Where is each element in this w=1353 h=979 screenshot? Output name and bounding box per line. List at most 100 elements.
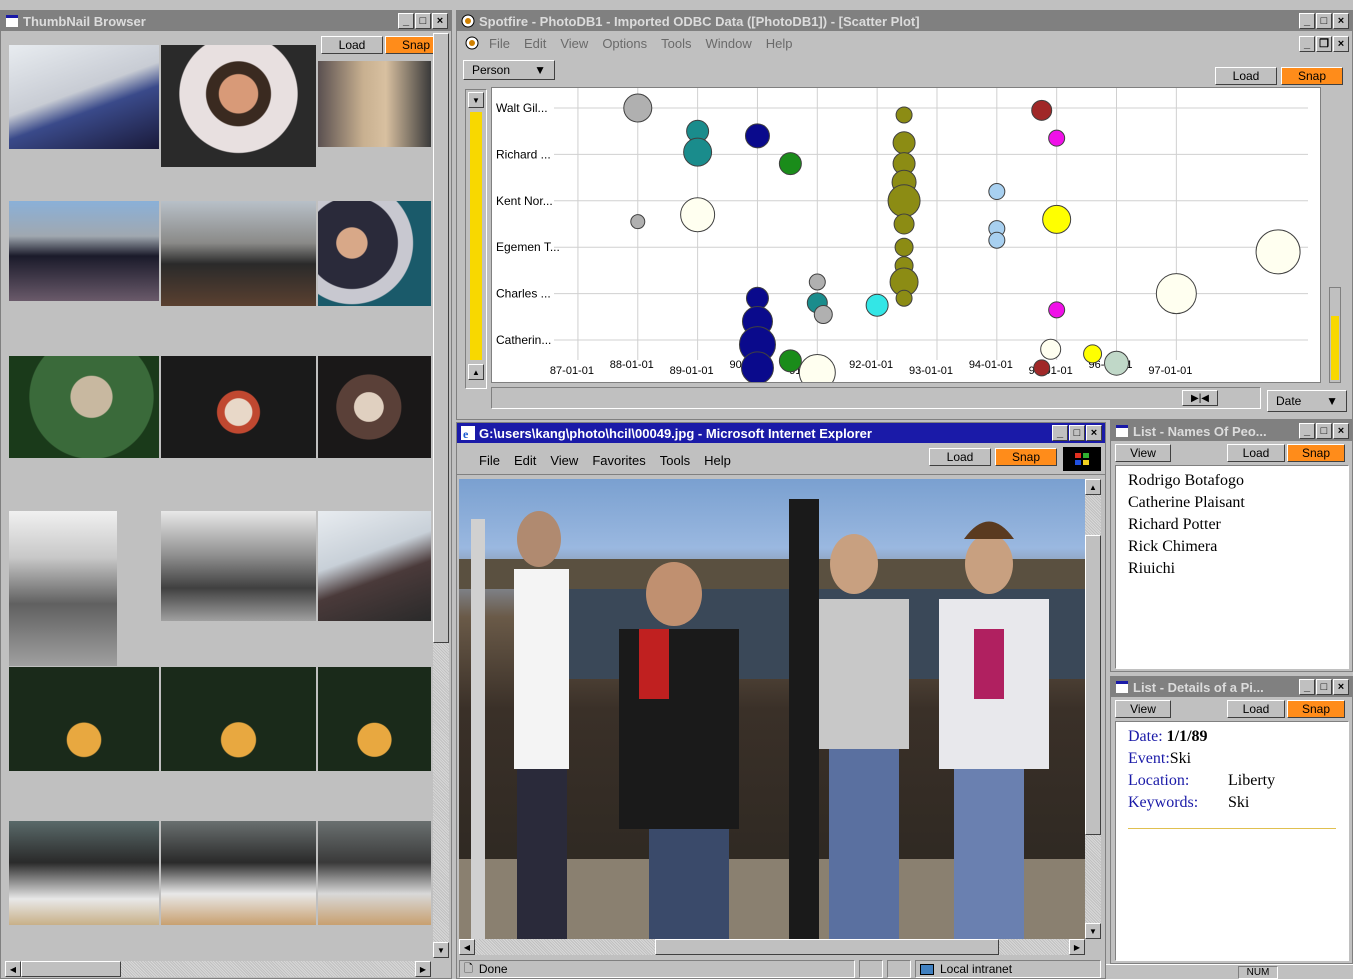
thumbnail[interactable]	[318, 356, 431, 458]
vertical-scrollbar[interactable]: ▼	[433, 33, 449, 958]
snap-button[interactable]: Snap	[1281, 67, 1343, 85]
browser-titlebar[interactable]: e G:\users\kang\photo\hcil\00049.jpg - M…	[457, 423, 1105, 443]
scatter-point[interactable]	[778, 349, 802, 373]
list-item[interactable]: Rick Chimera	[1128, 536, 1336, 558]
snap-button[interactable]: Snap	[1287, 444, 1345, 462]
scroll-left-icon[interactable]: ◀	[5, 961, 21, 977]
scatter-point[interactable]	[1042, 204, 1072, 234]
horizontal-scrollbar[interactable]: ◀ ▶	[5, 961, 431, 977]
thumbnail[interactable]	[161, 821, 316, 925]
menu-help[interactable]: Help	[704, 453, 731, 468]
menu-favorites[interactable]: Favorites	[592, 453, 645, 468]
thumbnail[interactable]	[318, 667, 431, 771]
thumbnail[interactable]	[161, 201, 316, 306]
thumbnail[interactable]	[9, 667, 159, 771]
thumbnail[interactable]	[161, 45, 316, 167]
scatter-point[interactable]	[1083, 344, 1103, 364]
scroll-thumb[interactable]	[655, 939, 999, 955]
minimize-button[interactable]: _	[1299, 36, 1315, 52]
scatter-point[interactable]	[1255, 229, 1301, 275]
y-range-slider[interactable]: ▼ ▲	[465, 89, 487, 389]
thumbnail[interactable]	[318, 821, 431, 925]
menu-help[interactable]: Help	[766, 36, 793, 51]
slider-range-fill[interactable]	[470, 112, 482, 360]
menu-tools[interactable]: Tools	[660, 453, 690, 468]
scatter-point[interactable]	[887, 184, 921, 218]
minimize-button[interactable]: _	[1299, 679, 1315, 695]
scatter-point[interactable]	[895, 289, 913, 307]
scroll-right-icon[interactable]: ▶	[415, 961, 431, 977]
list-item[interactable]: Richard Potter	[1128, 514, 1336, 536]
view-button[interactable]: View	[1115, 700, 1171, 718]
scatter-point[interactable]	[988, 231, 1006, 249]
details-list-titlebar[interactable]: List - Details of a Pi... _ □ ×	[1111, 677, 1352, 697]
maximize-button[interactable]: □	[415, 13, 431, 29]
menu-window[interactable]: Window	[705, 36, 751, 51]
list-item[interactable]: Rodrigo Botafogo	[1128, 470, 1336, 492]
thumbnail[interactable]	[318, 511, 431, 621]
scatter-point[interactable]	[1155, 273, 1197, 315]
scatter-point[interactable]	[744, 123, 770, 149]
thumbnail[interactable]	[9, 821, 159, 925]
x-range-slider[interactable]: ▶|◀	[491, 387, 1261, 409]
slider-bottom-handle-icon[interactable]: ▲	[468, 364, 484, 380]
vertical-scrollbar[interactable]: ▲ ▼	[1085, 479, 1101, 939]
scatter-plot[interactable]: Walt Gil... Richard ... Kent Nor... Egemen …	[492, 88, 1320, 382]
close-button[interactable]: ×	[1333, 13, 1349, 29]
names-list-titlebar[interactable]: List - Names Of Peo... _ □ ×	[1111, 421, 1352, 441]
scatter-point[interactable]	[813, 304, 833, 324]
load-button[interactable]: Load	[1215, 67, 1277, 85]
scatter-point[interactable]	[988, 183, 1006, 201]
scroll-down-icon[interactable]: ▼	[433, 942, 449, 958]
names-list[interactable]: Rodrigo Botafogo Catherine Plaisant Richar…	[1115, 465, 1349, 669]
scatter-point[interactable]	[683, 137, 713, 167]
scatter-point[interactable]	[1031, 99, 1053, 121]
load-button[interactable]: Load	[321, 36, 383, 54]
minimize-button[interactable]: _	[398, 13, 414, 29]
close-button[interactable]: ×	[1333, 36, 1349, 52]
scatter-point[interactable]	[1048, 129, 1066, 147]
menu-view[interactable]: View	[550, 453, 578, 468]
spotfire-titlebar[interactable]: Spotfire - PhotoDB1 - Imported ODBC Data…	[457, 11, 1352, 31]
thumbnail[interactable]	[318, 61, 431, 147]
thumbnail[interactable]	[9, 356, 159, 458]
close-button[interactable]: ×	[1333, 679, 1349, 695]
menu-file[interactable]: File	[489, 36, 510, 51]
scatter-point[interactable]	[1033, 359, 1051, 377]
snap-button[interactable]: Snap	[1287, 700, 1345, 718]
minimize-button[interactable]: _	[1299, 423, 1315, 439]
scroll-thumb[interactable]	[21, 961, 121, 977]
scroll-down-icon[interactable]: ▼	[1085, 923, 1101, 939]
close-button[interactable]: ×	[1333, 423, 1349, 439]
menu-options[interactable]: Options	[602, 36, 647, 51]
menu-file[interactable]: File	[479, 453, 500, 468]
menu-view[interactable]: View	[560, 36, 588, 51]
menu-tools[interactable]: Tools	[661, 36, 691, 51]
scroll-up-icon[interactable]: ▲	[1085, 479, 1101, 495]
horizontal-scrollbar[interactable]: ◀ ▶	[459, 939, 1085, 955]
scroll-right-icon[interactable]: ▶	[1069, 939, 1085, 955]
list-item[interactable]: Riuichi	[1128, 558, 1336, 580]
scatter-point[interactable]	[892, 131, 916, 155]
x-axis-selector[interactable]: Date ▼	[1267, 390, 1347, 412]
thumbnail-browser-titlebar[interactable]: ThumbNail Browser _ □ ×	[1, 11, 451, 31]
view-button[interactable]: View	[1115, 444, 1171, 462]
scatter-plot-area[interactable]: Walt Gil... Richard ... Kent Nor... Egemen …	[491, 87, 1321, 383]
scroll-thumb[interactable]	[1085, 535, 1101, 835]
thumbnail[interactable]	[161, 667, 316, 771]
scroll-thumb[interactable]	[433, 33, 449, 643]
menu-edit[interactable]: Edit	[524, 36, 546, 51]
size-slider[interactable]	[1329, 287, 1341, 383]
minimize-button[interactable]: _	[1299, 13, 1315, 29]
scatter-point[interactable]	[623, 93, 653, 123]
scatter-point[interactable]	[808, 273, 826, 291]
snap-button[interactable]: Snap	[995, 448, 1057, 466]
maximize-button[interactable]: □	[1316, 423, 1332, 439]
scatter-point[interactable]	[778, 152, 802, 176]
maximize-button[interactable]: □	[1316, 13, 1332, 29]
minimize-button[interactable]: _	[1052, 425, 1068, 441]
close-button[interactable]: ×	[432, 13, 448, 29]
close-button[interactable]: ×	[1086, 425, 1102, 441]
scatter-point[interactable]	[894, 237, 914, 257]
scatter-point[interactable]	[798, 353, 836, 382]
